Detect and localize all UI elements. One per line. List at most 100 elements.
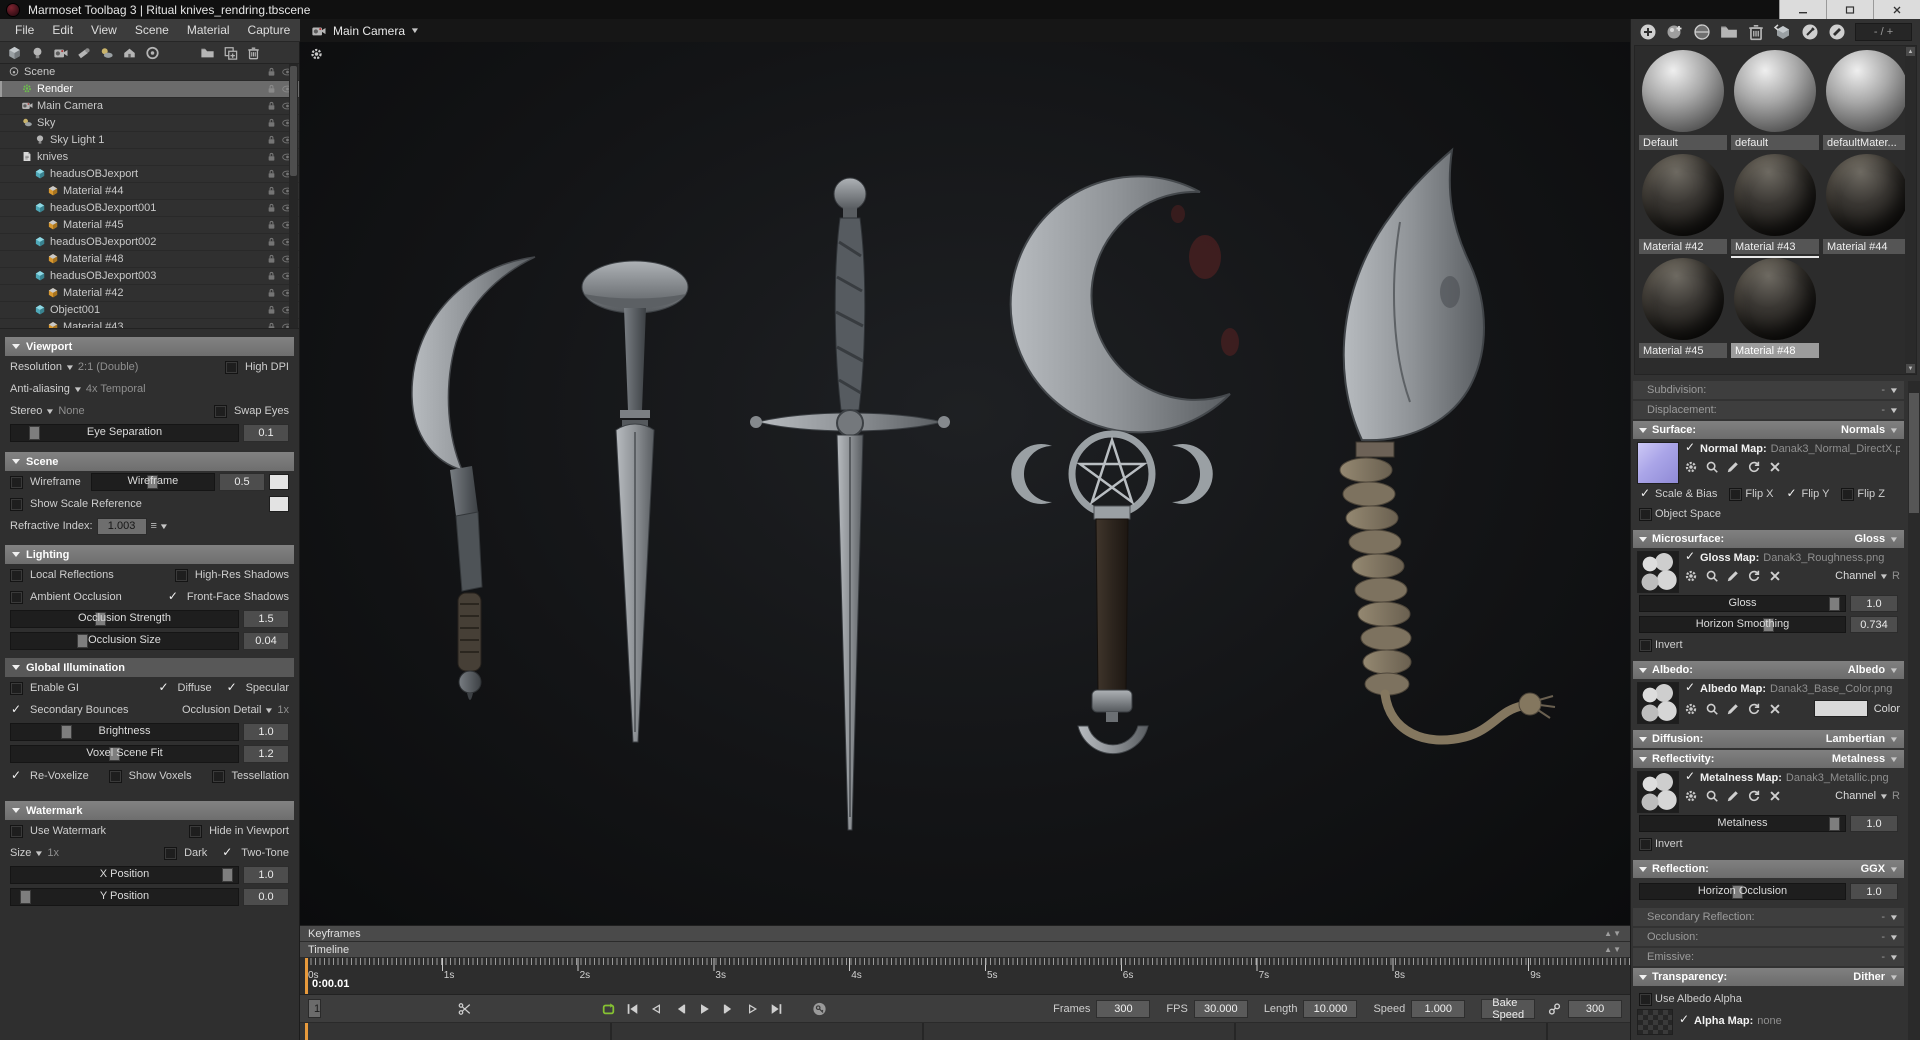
camera-selector[interactable]: Main Camera [333,24,405,38]
material-tile-defaultmater-[interactable]: defaultMater... [1823,50,1911,150]
lock-icon[interactable] [266,288,279,299]
tree-item-sky[interactable]: Sky [0,115,299,132]
y-position-slider[interactable]: Y Position [10,888,239,906]
tree-item-material-45[interactable]: Material #45 [0,217,299,234]
gi-section-header[interactable]: Global Illumination [5,658,294,677]
map-search-icon[interactable] [1705,702,1719,716]
alpha-map-checkbox[interactable] [1678,1014,1691,1027]
stereo-dropdown-icon[interactable]: ▼ [45,407,55,416]
link-icon[interactable] [1547,1000,1562,1018]
albedo-map-thumbnail[interactable] [1637,682,1679,724]
high-dpi-checkbox[interactable] [224,360,238,374]
map-clear-icon[interactable] [1768,460,1782,474]
tree-item-headusobjexport[interactable]: headusOBJexport [0,166,299,183]
map-clear-icon[interactable] [1768,569,1782,583]
enable-gi-checkbox[interactable] [10,681,23,695]
re-voxelize-checkbox[interactable] [10,768,23,783]
gloss-map-thumbnail[interactable] [1637,551,1679,593]
map-reload-icon[interactable] [1747,789,1761,803]
play-button[interactable] [694,1000,714,1018]
occlusion-size-value[interactable]: 0.04 [243,632,289,650]
frame-number-input[interactable]: 1 [308,999,322,1018]
eye-separation-value[interactable]: 0.1 [243,424,289,442]
channel-dropdown-icon[interactable]: ▼ [1879,792,1889,801]
frame-back-button[interactable] [670,1000,690,1018]
y-position-value[interactable]: 0.0 [243,888,289,906]
invert-checkbox[interactable] [1639,638,1652,652]
channel-dropdown-icon[interactable]: ▼ [1879,572,1889,581]
x-position-value[interactable]: 1.0 [243,866,289,884]
lock-icon[interactable] [266,67,279,78]
scale-bias-checkbox[interactable] [1639,486,1652,501]
track-playhead[interactable] [305,1023,308,1040]
scale-reference-swatch[interactable] [269,496,289,512]
lock-icon[interactable] [266,254,279,265]
material-counter[interactable]: - / + [1855,23,1912,41]
watermark-size-dropdown-icon[interactable]: ▼ [34,849,44,858]
diffuse-checkbox[interactable] [158,680,171,695]
lock-icon[interactable] [266,203,279,214]
transparency-header[interactable]: Transparency: Dither ▼ [1633,968,1904,986]
lock-icon[interactable] [266,271,279,282]
reflectivity-header[interactable]: Reflectivity: Metalness ▼ [1633,750,1904,768]
normal-map-checkbox[interactable] [1684,442,1697,455]
material-tile-default[interactable]: default [1731,50,1819,150]
wireframe-color-swatch[interactable] [269,474,289,490]
map-edit-pencil-icon[interactable] [1726,569,1740,583]
tree-item-material-44[interactable]: Material #44 [0,183,299,200]
wireframe-checkbox[interactable] [10,475,23,489]
voxel-scene-fit-slider[interactable]: Voxel Scene Fit [10,745,239,763]
sky-toolbar-icon[interactable] [98,45,115,60]
horizon-occlusion-slider[interactable]: Horizon Occlusion [1639,883,1846,900]
tree-item-material-43[interactable]: Material #43 [0,319,299,328]
duplicate-toolbar-icon[interactable] [222,45,239,60]
viewport-settings-gear-icon[interactable] [308,46,324,62]
keyframes-bar[interactable]: Keyframes ▲▼ [300,926,1630,942]
gloss-slider[interactable]: Gloss [1639,595,1846,612]
dark-checkbox[interactable] [164,846,178,860]
tree-item-scene[interactable]: Scene [0,64,299,81]
expand-icons[interactable]: ▲▼ [1604,945,1622,954]
tree-item-object001[interactable]: Object001 [0,302,299,319]
front-face-shadows-checkbox[interactable] [167,589,180,604]
horizon-smoothing-slider[interactable]: Horizon Smoothing [1639,616,1846,633]
bulb-toolbar-icon[interactable] [29,45,46,60]
map-search-icon[interactable] [1705,460,1719,474]
home-toolbar-icon[interactable] [121,45,138,60]
plus-circle-icon[interactable] [1639,23,1657,41]
map-search-icon[interactable] [1705,569,1719,583]
cube-toolbar-icon[interactable] [6,45,23,60]
surface-header[interactable]: Surface: Normals ▼ [1633,421,1904,439]
tree-item-main-camera[interactable]: Main Camera [0,98,299,115]
lock-icon[interactable] [266,84,279,95]
specular-checkbox[interactable] [226,680,239,695]
tree-scrollbar[interactable] [289,64,298,328]
menu-file[interactable]: File [6,23,43,37]
tree-item-material-48[interactable]: Material #48 [0,251,299,268]
occlusion-strength-slider[interactable]: Occlusion Strength [10,610,239,628]
show-voxels-checkbox[interactable] [108,769,122,783]
menu-view[interactable]: View [82,23,126,37]
scroll-up-icon[interactable]: ▲ [1906,47,1915,56]
antialiasing-value[interactable]: 4x Temporal [86,383,146,395]
properties-scrollbar[interactable] [1908,381,1920,1040]
lock-icon[interactable] [266,305,279,316]
lock-icon[interactable] [266,237,279,248]
watermark-section-header[interactable]: Watermark [5,801,294,820]
high-res-shadows-checkbox[interactable] [174,568,188,582]
secondary-reflection-header[interactable]: Secondary Reflection: - ▼ [1633,908,1904,926]
fps-value[interactable]: 30.000 [1193,999,1248,1018]
timeline-bar[interactable]: Timeline ▲▼ [300,942,1630,958]
lock-icon[interactable] [266,135,279,146]
frames-value[interactable]: 300 [1096,999,1151,1018]
play-outline-button[interactable] [742,1000,762,1018]
lock-icon[interactable] [266,169,279,180]
map-edit-pencil-icon[interactable] [1726,789,1740,803]
stereo-value[interactable]: None [58,405,84,417]
minimize-button[interactable] [1779,0,1826,19]
x-position-slider[interactable]: X Position [10,866,239,884]
resolution-dropdown-icon[interactable]: ▼ [65,363,75,372]
resolution-value[interactable]: 2:1 (Double) [78,361,139,373]
scene-section-header[interactable]: Scene [5,452,294,471]
menu-material[interactable]: Material [178,23,239,37]
